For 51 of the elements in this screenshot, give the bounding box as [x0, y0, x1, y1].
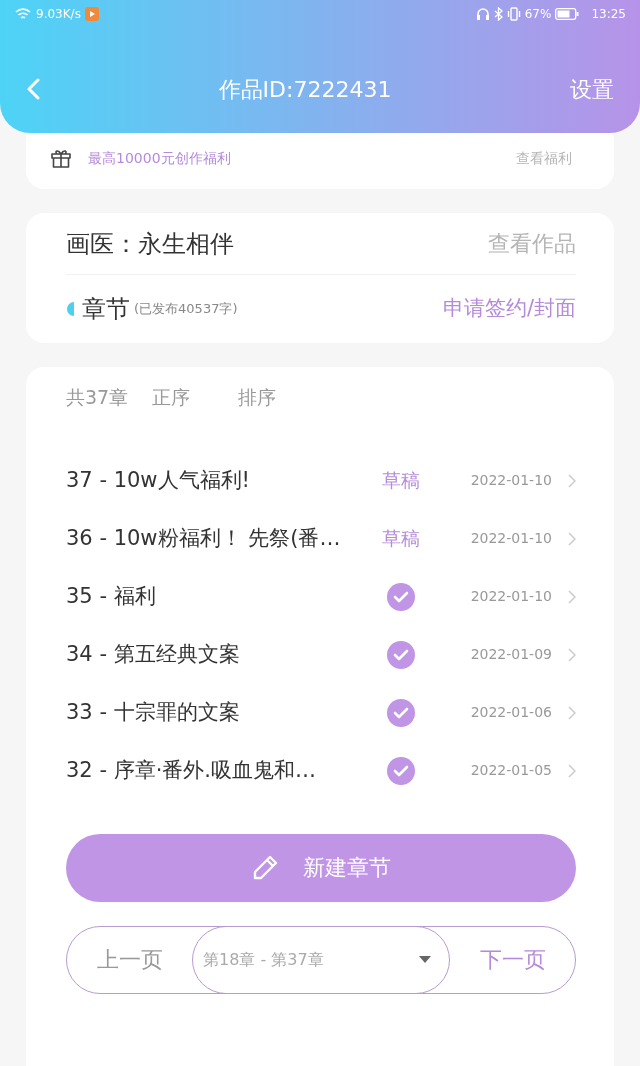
chevron-right-icon — [568, 589, 576, 604]
page-title: 作品ID:7222431 — [218, 75, 392, 104]
check-icon — [387, 698, 415, 727]
sort-toggle[interactable]: 排序 — [238, 383, 277, 412]
wifi-icon — [14, 7, 32, 21]
pencil-icon — [251, 853, 279, 882]
chapter-title[interactable]: 36 - 10w粉福利！ 先祭(番… — [66, 522, 366, 555]
order-toggle[interactable]: 正序 — [152, 383, 191, 412]
view-work-link[interactable]: 查看作品 — [488, 227, 576, 260]
chapter-count: 共37章 — [66, 385, 129, 410]
app-icon — [84, 7, 99, 21]
chapter-title[interactable]: 34 - 第五经典文案 — [66, 638, 366, 671]
chapter-date: 2022-01-10 — [470, 587, 552, 606]
chapter-date: 2022-01-09 — [470, 645, 552, 664]
work-title: 画医：永生相伴 — [66, 228, 234, 260]
next-page-button[interactable]: 下一页 — [450, 942, 575, 977]
chevron-right-icon — [568, 647, 576, 662]
chapter-title[interactable]: 35 - 福利 — [66, 580, 366, 613]
settings-link[interactable]: 设置 — [570, 72, 614, 106]
chapter-title[interactable]: 37 - 10w人气福利! — [66, 464, 366, 497]
battery-percent: 67% — [524, 6, 552, 23]
check-icon — [387, 582, 415, 611]
view-welfare-link[interactable]: 查看福利 — [516, 147, 572, 169]
draft-label: 草稿 — [382, 526, 420, 552]
draft-label: 草稿 — [382, 468, 420, 494]
new-chapter-button[interactable]: 新建章节 — [66, 833, 576, 902]
vibrate-icon — [506, 7, 521, 21]
apply-contract-link[interactable]: 申请签约/封面 — [442, 293, 576, 325]
headphones-icon — [475, 7, 490, 21]
chapter-date: 2022-01-10 — [470, 471, 552, 490]
chapter-title[interactable]: 32 - 序章·番外.吸血鬼和… — [66, 754, 366, 787]
back-icon[interactable] — [26, 78, 40, 100]
bluetooth-icon — [493, 7, 503, 21]
dropdown-caret-icon — [419, 956, 431, 963]
network-speed: 9.03K/s — [36, 6, 81, 23]
chevron-right-icon — [568, 473, 576, 488]
chapter-date: 2022-01-06 — [470, 703, 552, 722]
battery-icon — [555, 8, 580, 20]
published-count: (已发布40537字) — [134, 300, 238, 319]
chapter-title[interactable]: 33 - 十宗罪的文案 — [66, 696, 366, 729]
chapter-date: 2022-01-05 — [470, 761, 552, 780]
chapter-date: 2022-01-10 — [470, 529, 552, 548]
check-icon — [387, 756, 415, 785]
chevron-right-icon — [568, 531, 576, 546]
welfare-text: 最高10000元创作福利 — [88, 148, 231, 168]
gift-icon — [50, 147, 72, 169]
section-label: 章节 — [82, 294, 130, 325]
chevron-right-icon — [568, 763, 576, 778]
chevron-right-icon — [568, 705, 576, 720]
check-icon — [387, 640, 415, 669]
clock-time: 13:25 — [591, 6, 626, 23]
